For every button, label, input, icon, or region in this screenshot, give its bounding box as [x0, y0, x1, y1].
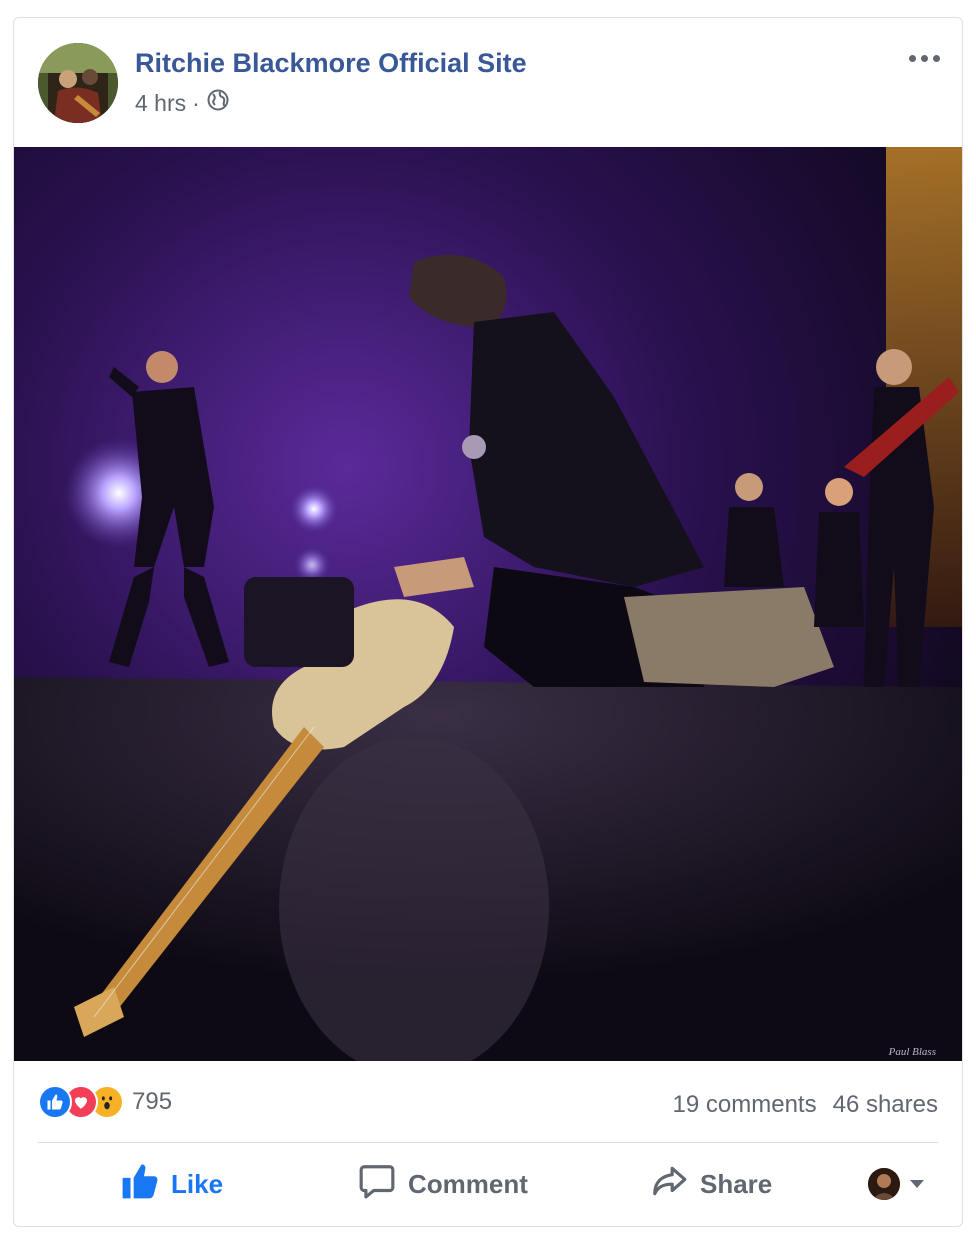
post-meta: 4 hrs ·	[135, 88, 230, 118]
photo-watermark: Paul Blass	[888, 1046, 936, 1058]
page-avatar[interactable]	[38, 43, 118, 123]
like-label: Like	[171, 1168, 224, 1199]
like-button[interactable]: Like	[121, 1148, 223, 1220]
chevron-down-icon	[910, 1180, 924, 1188]
comment-label: Comment	[408, 1168, 528, 1199]
comments-count-link[interactable]: 19 comments	[673, 1091, 817, 1119]
divider	[38, 1142, 938, 1143]
engagement-counts: 19 comments 46 shares	[673, 1091, 938, 1119]
reaction-count: 795	[132, 1088, 173, 1115]
like-reaction-icon	[38, 1085, 72, 1119]
comment-icon	[358, 1162, 396, 1207]
dot	[908, 54, 916, 62]
viewer-avatar	[868, 1168, 900, 1200]
action-bar: Like Comment Share	[14, 1148, 962, 1220]
post-photo[interactable]: Paul Blass	[14, 147, 962, 1061]
post-header: Ritchie Blackmore Official Site 4 hrs ·	[14, 18, 962, 146]
globe-icon[interactable]	[206, 88, 230, 118]
post-stats: 795 19 comments 46 shares	[14, 1073, 962, 1133]
post-card: Ritchie Blackmore Official Site 4 hrs ·	[13, 17, 963, 1227]
dot	[932, 54, 940, 62]
shares-count-link[interactable]: 46 shares	[833, 1091, 938, 1119]
share-label: Share	[700, 1168, 773, 1199]
thumbs-up-icon	[121, 1162, 159, 1207]
page-name-link[interactable]: Ritchie Blackmore Official Site	[135, 48, 527, 79]
post-as-selector[interactable]	[868, 1168, 924, 1200]
reactions-summary[interactable]: 795	[38, 1085, 172, 1119]
dot	[920, 54, 928, 62]
more-options-button[interactable]	[904, 46, 944, 70]
meta-separator: ·	[192, 89, 200, 116]
share-button[interactable]: Share	[650, 1148, 772, 1220]
share-icon	[650, 1162, 688, 1207]
comment-button[interactable]: Comment	[358, 1148, 528, 1220]
post-timestamp[interactable]: 4 hrs	[135, 90, 186, 117]
